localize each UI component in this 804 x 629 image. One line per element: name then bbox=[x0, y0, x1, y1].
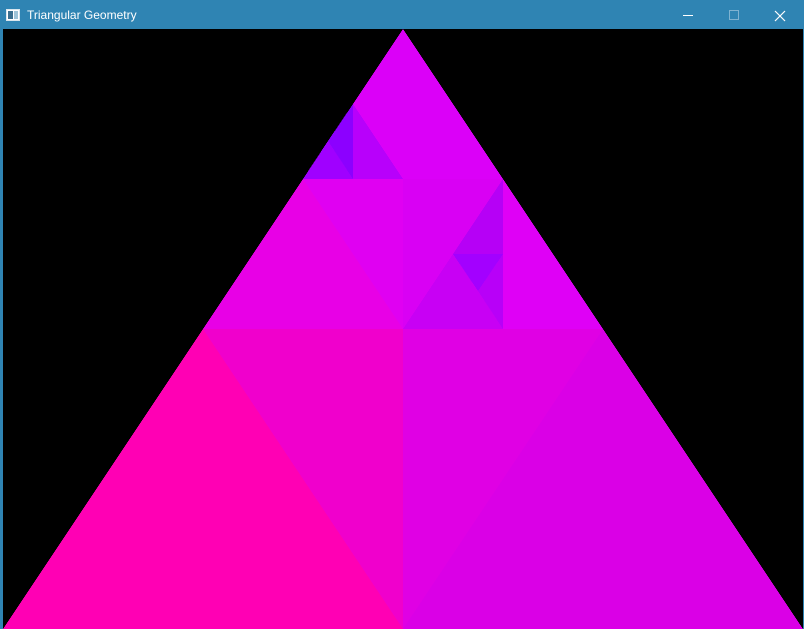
close-button[interactable] bbox=[757, 1, 803, 29]
render-canvas[interactable] bbox=[3, 29, 803, 629]
close-icon bbox=[774, 10, 786, 22]
window-title: Triangular Geometry bbox=[27, 8, 137, 22]
app-icon bbox=[6, 9, 20, 21]
maximize-icon bbox=[729, 10, 739, 20]
maximize-button[interactable] bbox=[711, 1, 757, 29]
app-window: Triangular Geometry bbox=[0, 0, 804, 629]
minimize-button[interactable] bbox=[665, 1, 711, 29]
title-bar[interactable]: Triangular Geometry bbox=[1, 1, 803, 29]
minimize-icon bbox=[683, 15, 693, 16]
triangle-scene bbox=[3, 29, 803, 629]
